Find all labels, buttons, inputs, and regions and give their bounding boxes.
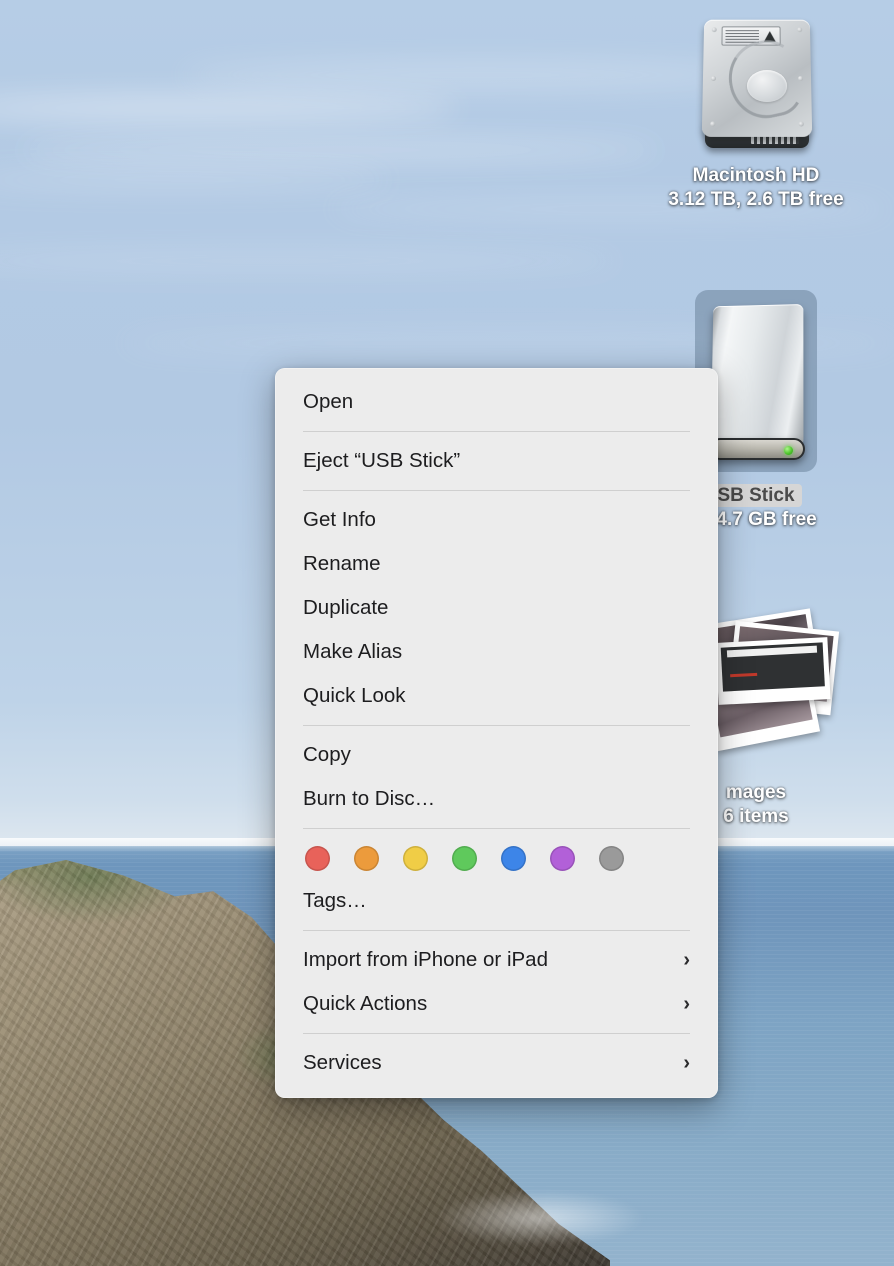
icon-name: SB Stick: [710, 484, 802, 507]
tag-dot-yellow[interactable]: [403, 846, 428, 871]
menu-separator: [303, 930, 690, 931]
menu-item-burn-to-disc[interactable]: Burn to Disc…: [275, 777, 718, 821]
tag-dot-orange[interactable]: [354, 846, 379, 871]
menu-item-open[interactable]: Open: [275, 380, 718, 424]
drive-led-icon: [783, 446, 793, 455]
desktop-icon-label: Macintosh HD 3.12 TB, 2.6 TB free: [661, 164, 851, 213]
menu-separator: [303, 431, 690, 432]
chevron-right-icon: ›: [683, 993, 690, 1015]
chevron-right-icon: ›: [683, 1052, 690, 1074]
menu-item-label: Import from iPhone or iPad: [303, 948, 548, 971]
cloud-wisp: [0, 172, 390, 188]
cloud-wisp: [0, 95, 460, 121]
tag-dot-gray[interactable]: [599, 846, 624, 871]
menu-item-rename[interactable]: Rename: [275, 542, 718, 586]
menu-separator: [303, 490, 690, 491]
tag-dot-purple[interactable]: [550, 846, 575, 871]
menu-item-import-from-iphone-or-ipad[interactable]: Import from iPhone or iPad ›: [275, 938, 718, 982]
icon-name: Macintosh HD: [692, 165, 820, 186]
menu-item-quick-look[interactable]: Quick Look: [275, 674, 718, 718]
desktop[interactable]: Macintosh HD 3.12 TB, 2.6 TB free SB Sti…: [0, 0, 894, 1266]
icon-subtitle: 3.12 TB, 2.6 TB free: [668, 189, 844, 211]
menu-item-services[interactable]: Services ›: [275, 1041, 718, 1085]
internal-hard-drive-icon: [689, 10, 824, 158]
menu-item-eject[interactable]: Eject “USB Stick”: [275, 439, 718, 483]
menu-item-label: Services: [303, 1051, 382, 1074]
menu-separator: [303, 1033, 690, 1034]
menu-item-duplicate[interactable]: Duplicate: [275, 586, 718, 630]
menu-separator: [303, 725, 690, 726]
menu-item-tags[interactable]: Tags…: [275, 879, 718, 923]
context-menu[interactable]: Open Eject “USB Stick” Get Info Rename D…: [275, 368, 718, 1098]
menu-item-get-info[interactable]: Get Info: [275, 498, 718, 542]
cloud-wisp: [20, 140, 660, 160]
wallpaper-surf: [390, 1146, 690, 1266]
menu-item-label: Quick Actions: [303, 992, 428, 1015]
tag-dot-red[interactable]: [305, 846, 330, 871]
cloud-wisp: [0, 250, 620, 272]
menu-item-quick-actions[interactable]: Quick Actions ›: [275, 982, 718, 1026]
chevron-right-icon: ›: [683, 949, 690, 971]
menu-separator: [303, 828, 690, 829]
tag-color-row[interactable]: [275, 836, 718, 879]
tag-dot-blue[interactable]: [501, 846, 526, 871]
menu-item-make-alias[interactable]: Make Alias: [275, 630, 718, 674]
desktop-icon-macintosh-hd[interactable]: Macintosh HD 3.12 TB, 2.6 TB free: [661, 10, 851, 213]
tag-dot-green[interactable]: [452, 846, 477, 871]
menu-item-copy[interactable]: Copy: [275, 733, 718, 777]
